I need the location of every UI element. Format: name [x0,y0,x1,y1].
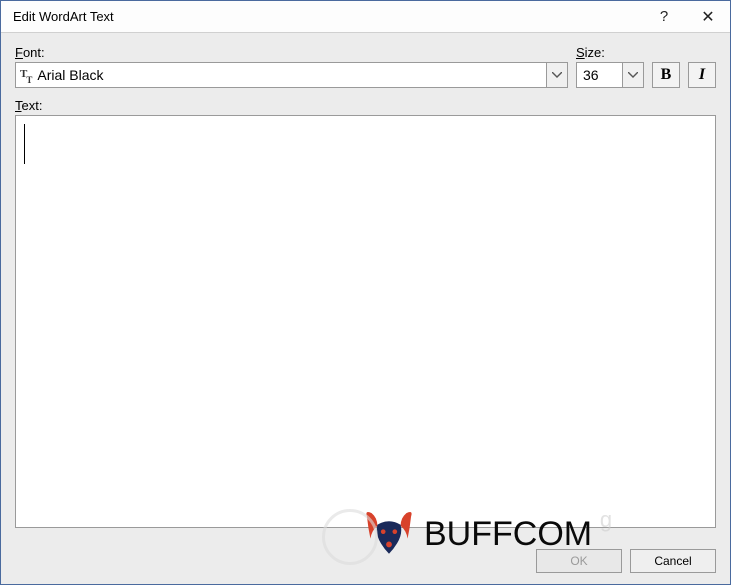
text-caret [24,124,25,164]
size-dropdown-button[interactable] [622,62,644,88]
ok-button[interactable]: OK [536,549,622,573]
font-input[interactable]: TT Arial Black [15,62,546,88]
close-button[interactable]: ✕ [686,1,730,33]
cancel-button[interactable]: Cancel [630,549,716,573]
font-field: Font: TT Arial Black [15,45,568,88]
help-icon: ? [660,8,668,25]
dialog-window: Edit WordArt Text ? ✕ Font: TT Arial Bla… [0,0,731,585]
size-combo[interactable]: 36 [576,62,644,88]
top-row: Font: TT Arial Black Size: 36 [15,45,716,88]
chevron-down-icon [552,72,562,78]
size-value: 36 [583,67,599,83]
font-value: Arial Black [37,67,103,83]
font-label: Font: [15,45,568,60]
font-dropdown-button[interactable] [546,62,568,88]
font-combo[interactable]: TT Arial Black [15,62,568,88]
bold-icon: B [661,66,672,84]
titlebar: Edit WordArt Text ? ✕ [1,1,730,33]
dialog-body: Font: TT Arial Black Size: 36 [1,33,730,538]
size-field: Size: 36 [576,45,644,88]
close-icon: ✕ [701,7,714,27]
size-label: Size: [576,45,644,60]
help-button[interactable]: ? [642,1,686,33]
truetype-icon: TT [20,69,33,82]
window-title: Edit WordArt Text [13,9,642,24]
text-label: Text: [15,98,716,113]
dialog-footer: OK Cancel [1,538,730,584]
bold-button[interactable]: B [652,62,680,88]
text-input[interactable] [15,115,716,528]
size-input[interactable]: 36 [576,62,622,88]
italic-button[interactable]: I [688,62,716,88]
chevron-down-icon [628,72,638,78]
italic-icon: I [699,66,705,84]
